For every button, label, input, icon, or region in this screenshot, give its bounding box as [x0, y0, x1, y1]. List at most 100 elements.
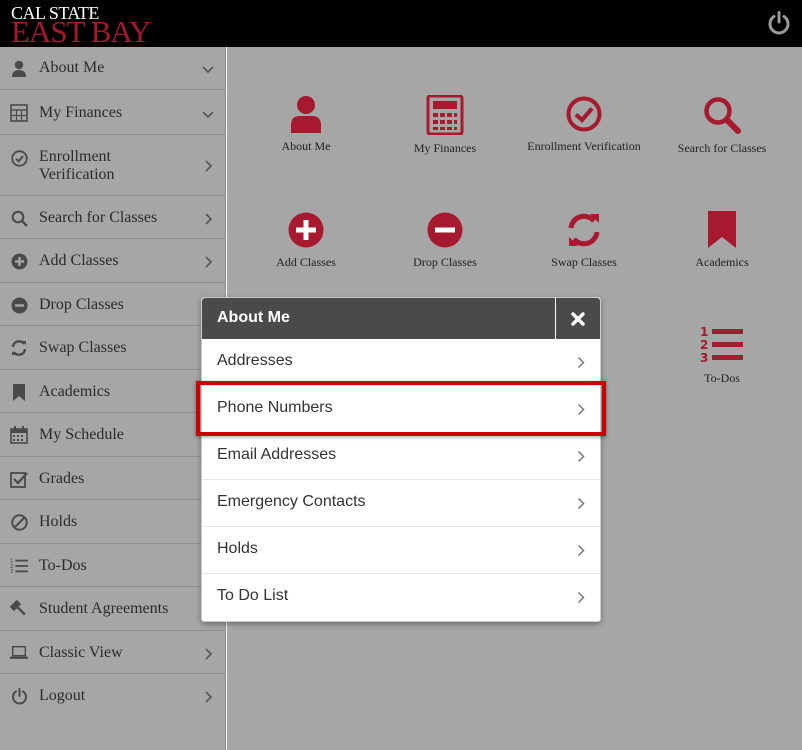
tile-enrollment-verification[interactable]: Enrollment Verification	[514, 95, 654, 154]
tile-about-me[interactable]: About Me	[236, 95, 376, 154]
sidebar-item-label: Add Classes	[39, 252, 119, 269]
tile-drop-classes[interactable]: Drop Classes	[375, 211, 515, 270]
menu-item-label: Email Addresses	[217, 446, 337, 463]
sidebar-item-logout[interactable]: Logout	[0, 675, 226, 718]
sidebar-item-drop-classes[interactable]: Drop Classes	[0, 284, 226, 326]
tile-label: Add Classes	[276, 255, 336, 269]
tile-academics[interactable]: Academics	[652, 211, 792, 270]
sidebar-item-holds[interactable]: Holds	[0, 501, 226, 544]
close-icon	[571, 311, 585, 326]
university-logo[interactable]: CAL STATE EAST BAY	[11, 4, 151, 49]
tile-add-classes[interactable]: Add Classes	[236, 211, 376, 270]
sidebar-item-label: To-Dos	[39, 557, 87, 574]
menu-item-emergency-contacts[interactable]: Emergency Contacts	[202, 480, 600, 527]
sidebar-item-enrollment-verification[interactable]: Enrollment Verification	[0, 136, 226, 196]
tile-label: To-Dos	[704, 371, 740, 385]
tile-label: Search for Classes	[677, 141, 767, 155]
calendar-icon	[10, 426, 28, 444]
minus-circle-icon	[427, 212, 463, 248]
sidebar-item-label: My Finances	[39, 104, 123, 121]
power-icon	[10, 687, 28, 705]
numbered-list-icon: 123	[10, 557, 28, 575]
menu-item-email-addresses[interactable]: Email Addresses	[202, 433, 600, 480]
check-circle-icon	[10, 149, 28, 167]
menu-item-label: Emergency Contacts	[217, 493, 366, 510]
sidebar-item-classic-view[interactable]: Classic View	[0, 632, 226, 674]
search-icon	[10, 209, 28, 227]
tile-swap-classes[interactable]: Swap Classes	[514, 211, 654, 270]
sidebar-item-my-finances[interactable]: My Finances	[0, 91, 226, 135]
sidebar-item-grades[interactable]: Grades	[0, 458, 226, 500]
tile-label: Drop Classes	[413, 255, 477, 269]
tile-search-for-classes[interactable]: Search for Classes	[652, 95, 792, 156]
app-header: CAL STATE EAST BAY	[0, 0, 802, 47]
menu-item-label: Phone Numbers	[217, 399, 333, 416]
sidebar-item-my-schedule[interactable]: My Schedule	[0, 414, 226, 457]
sidebar-item-label: About Me	[39, 59, 105, 76]
tile-label: About Me	[281, 139, 331, 153]
logo-line2: EAST BAY	[11, 14, 151, 49]
chevron-right-icon	[205, 256, 213, 268]
menu-item-holds[interactable]: Holds	[202, 527, 600, 574]
sidebar-item-label: Classic View	[39, 644, 123, 661]
about-me-modal: About Me Addresses Phone Numbers Email A…	[201, 297, 601, 622]
close-button[interactable]	[555, 298, 600, 339]
numbered-list-icon: 123	[700, 325, 743, 365]
checkbox-icon	[10, 470, 28, 488]
sidebar-item-label: Search for Classes	[39, 209, 158, 226]
chevron-right-icon	[205, 648, 213, 660]
sidebar-item-search-for-classes[interactable]: Search for Classes	[0, 197, 226, 239]
ban-icon	[10, 513, 28, 531]
gavel-icon	[10, 600, 28, 618]
sidebar-item-label: Drop Classes	[39, 296, 124, 313]
swap-icon	[568, 213, 600, 247]
sidebar-item-student-agreements[interactable]: Student Agreements	[0, 588, 226, 631]
sidebar-item-label: Holds	[39, 513, 78, 530]
chevron-right-icon	[577, 497, 585, 510]
tile-label: Enrollment Verification	[527, 139, 641, 153]
sidebar-item-label: Logout	[39, 687, 86, 704]
sidebar-item-about-me[interactable]: About Me	[0, 47, 226, 90]
sidebar-item-label: Student Agreements	[39, 600, 169, 617]
sidebar-item-label: Academics	[39, 383, 111, 400]
menu-item-label: To Do List	[217, 587, 289, 604]
sidebar-item-label: My Schedule	[39, 426, 124, 443]
sidebar-item-label: Swap Classes	[39, 339, 127, 356]
sidebar-item-to-dos[interactable]: 123 To-Dos	[0, 545, 226, 587]
chevron-right-icon	[205, 691, 213, 703]
laptop-icon	[10, 644, 28, 662]
menu-item-to-do-list[interactable]: To Do List	[202, 574, 600, 621]
chevron-right-icon	[577, 450, 585, 463]
tile-label: Academics	[695, 255, 749, 269]
menu-item-phone-numbers[interactable]: Phone Numbers	[202, 386, 600, 433]
sidebar-item-swap-classes[interactable]: Swap Classes	[0, 327, 226, 370]
tile-label: Swap Classes	[551, 255, 617, 269]
modal-header: About Me	[202, 298, 600, 339]
svg-text:2: 2	[700, 338, 708, 352]
svg-text:3: 3	[10, 569, 13, 575]
svg-text:3: 3	[700, 351, 708, 365]
swap-icon	[10, 339, 28, 357]
calculator-icon	[10, 104, 28, 122]
calculator-icon	[426, 95, 464, 135]
chevron-right-icon	[205, 160, 213, 172]
svg-text:1: 1	[700, 325, 708, 339]
tile-my-finances[interactable]: My Finances	[375, 95, 515, 156]
minus-circle-icon	[10, 296, 28, 314]
chevron-right-icon	[577, 403, 585, 416]
chevron-right-icon	[577, 591, 585, 604]
menu-item-label: Holds	[217, 540, 258, 557]
search-icon	[704, 97, 741, 134]
chevron-right-icon	[205, 213, 213, 225]
power-icon[interactable]	[766, 10, 792, 36]
chevron-right-icon	[577, 544, 585, 557]
check-circle-icon	[566, 96, 602, 132]
chevron-right-icon	[577, 356, 585, 369]
sidebar-item-add-classes[interactable]: Add Classes	[0, 240, 226, 283]
menu-item-addresses[interactable]: Addresses	[202, 339, 600, 386]
bookmark-icon	[708, 211, 736, 248]
tile-to-dos[interactable]: 123 To-Dos	[652, 325, 792, 386]
user-icon	[10, 59, 28, 77]
sidebar-item-academics[interactable]: Academics	[0, 371, 226, 413]
plus-circle-icon	[288, 212, 324, 248]
